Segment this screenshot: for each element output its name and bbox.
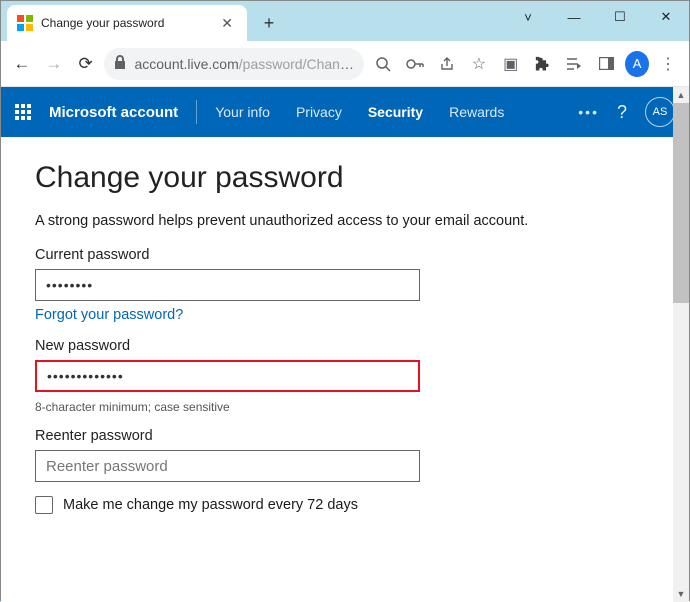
password-key-icon[interactable]: [402, 50, 428, 78]
share-icon[interactable]: [434, 50, 460, 78]
nav-privacy[interactable]: Privacy: [296, 104, 342, 120]
chevron-down-icon[interactable]: ˅: [505, 1, 551, 33]
page-viewport: Microsoft account Your info Privacy Secu…: [1, 87, 689, 602]
account-badge[interactable]: AS: [645, 97, 675, 127]
app-launcher-icon[interactable]: [15, 104, 31, 120]
scroll-up-arrow[interactable]: ▲: [673, 87, 689, 103]
divider: [196, 100, 197, 124]
forward-button[interactable]: →: [41, 50, 67, 78]
search-icon[interactable]: [370, 50, 396, 78]
new-password-label: New password: [35, 338, 655, 354]
reading-list-icon[interactable]: [561, 50, 587, 78]
side-panel-icon[interactable]: [593, 50, 619, 78]
url-text: account.live.com/password/Chang…: [134, 56, 354, 72]
extensions-puzzle-icon[interactable]: [530, 50, 556, 78]
maximize-button[interactable]: ☐: [597, 1, 643, 33]
vertical-scrollbar[interactable]: ▲ ▼: [673, 87, 689, 602]
window-controls: ˅ — ☐ ✕: [505, 1, 689, 33]
page-description: A strong password helps prevent unauthor…: [35, 213, 655, 229]
minimize-button[interactable]: —: [551, 1, 597, 33]
extension-square-icon[interactable]: ▣: [498, 50, 524, 78]
close-tab-icon[interactable]: ✕: [217, 15, 237, 32]
expire-password-label: Make me change my password every 72 days: [63, 497, 358, 513]
more-nav-icon[interactable]: •••: [578, 104, 599, 120]
reload-button[interactable]: ⟳: [73, 50, 99, 78]
main-content: Change your password A strong password h…: [1, 137, 689, 538]
scroll-down-arrow[interactable]: ▼: [673, 586, 689, 602]
browser-toolbar: ← → ⟳ account.live.com/password/Chang… ☆…: [1, 41, 689, 87]
tab-title: Change your password: [41, 16, 217, 30]
new-password-input[interactable]: •••••••••••••: [35, 360, 420, 392]
close-window-button[interactable]: ✕: [643, 1, 689, 33]
new-tab-button[interactable]: +: [255, 9, 283, 37]
scroll-thumb[interactable]: [673, 103, 689, 303]
page-title: Change your password: [35, 161, 655, 195]
microsoft-favicon: [17, 15, 33, 31]
forgot-password-link[interactable]: Forgot your password?: [35, 307, 183, 323]
browser-tab[interactable]: Change your password ✕: [7, 5, 247, 41]
profile-avatar[interactable]: A: [625, 51, 649, 77]
nav-security[interactable]: Security: [368, 104, 423, 120]
expire-password-checkbox[interactable]: [35, 496, 53, 514]
primary-nav: Your info Privacy Security Rewards: [215, 104, 504, 120]
menu-dots-icon[interactable]: ⋮: [655, 50, 681, 78]
address-bar[interactable]: account.live.com/password/Chang…: [104, 48, 364, 80]
nav-your-info[interactable]: Your info: [215, 104, 270, 120]
site-header: Microsoft account Your info Privacy Secu…: [1, 87, 689, 137]
password-hint: 8-character minimum; case sensitive: [35, 400, 655, 414]
bookmark-star-icon[interactable]: ☆: [466, 50, 492, 78]
current-password-label: Current password: [35, 247, 655, 263]
lock-icon: [114, 55, 126, 72]
nav-rewards[interactable]: Rewards: [449, 104, 504, 120]
window-titlebar: Change your password ✕ + ˅ — ☐ ✕: [1, 1, 689, 41]
reenter-password-input[interactable]: Reenter password: [35, 450, 420, 482]
back-button[interactable]: ←: [9, 50, 35, 78]
reenter-password-label: Reenter password: [35, 428, 655, 444]
brand-label[interactable]: Microsoft account: [49, 104, 178, 121]
help-icon[interactable]: ?: [617, 102, 627, 123]
current-password-input[interactable]: ••••••••: [35, 269, 420, 301]
